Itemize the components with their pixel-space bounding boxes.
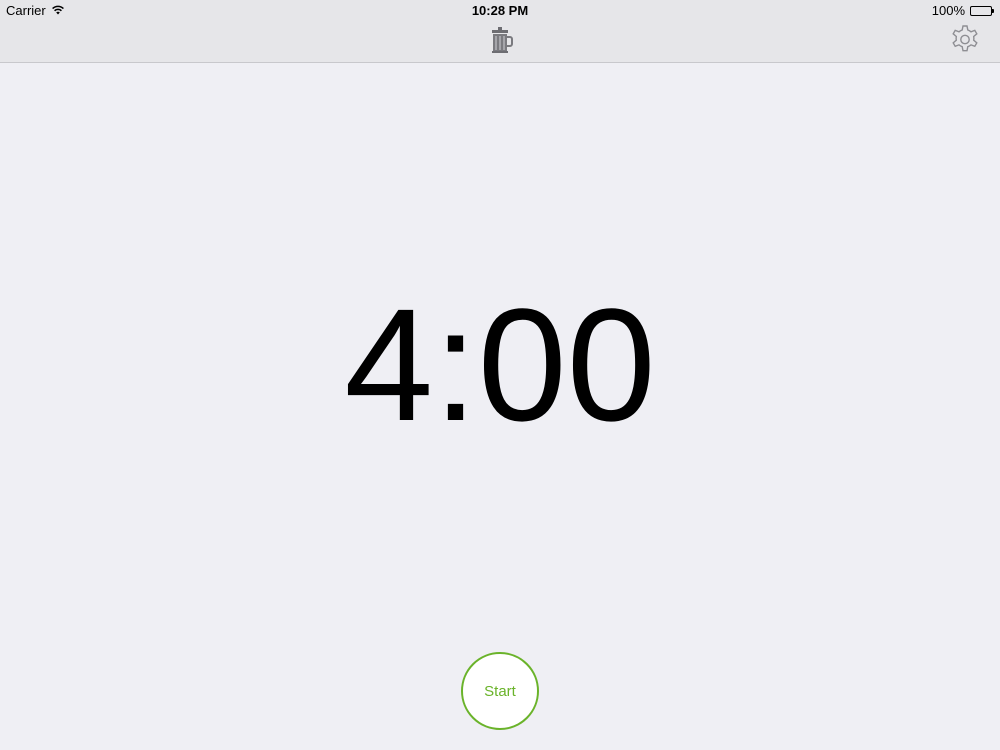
battery-percent: 100%: [931, 3, 965, 18]
french-press-icon: [486, 26, 514, 54]
start-button-label: Start: [484, 682, 516, 700]
settings-button[interactable]: [948, 23, 982, 57]
start-button[interactable]: Start: [461, 652, 539, 730]
app-screen: Carrier 10:28 PM 100% 4:00 Start: [0, 0, 1000, 750]
status-right: 100%: [932, 3, 994, 18]
timer-display: 4:00: [344, 275, 656, 454]
gear-icon: [948, 25, 982, 61]
battery-icon: [970, 5, 994, 16]
status-time: 10:28 PM: [471, 3, 529, 18]
top-bar: Carrier 10:28 PM 100%: [0, 0, 1000, 63]
